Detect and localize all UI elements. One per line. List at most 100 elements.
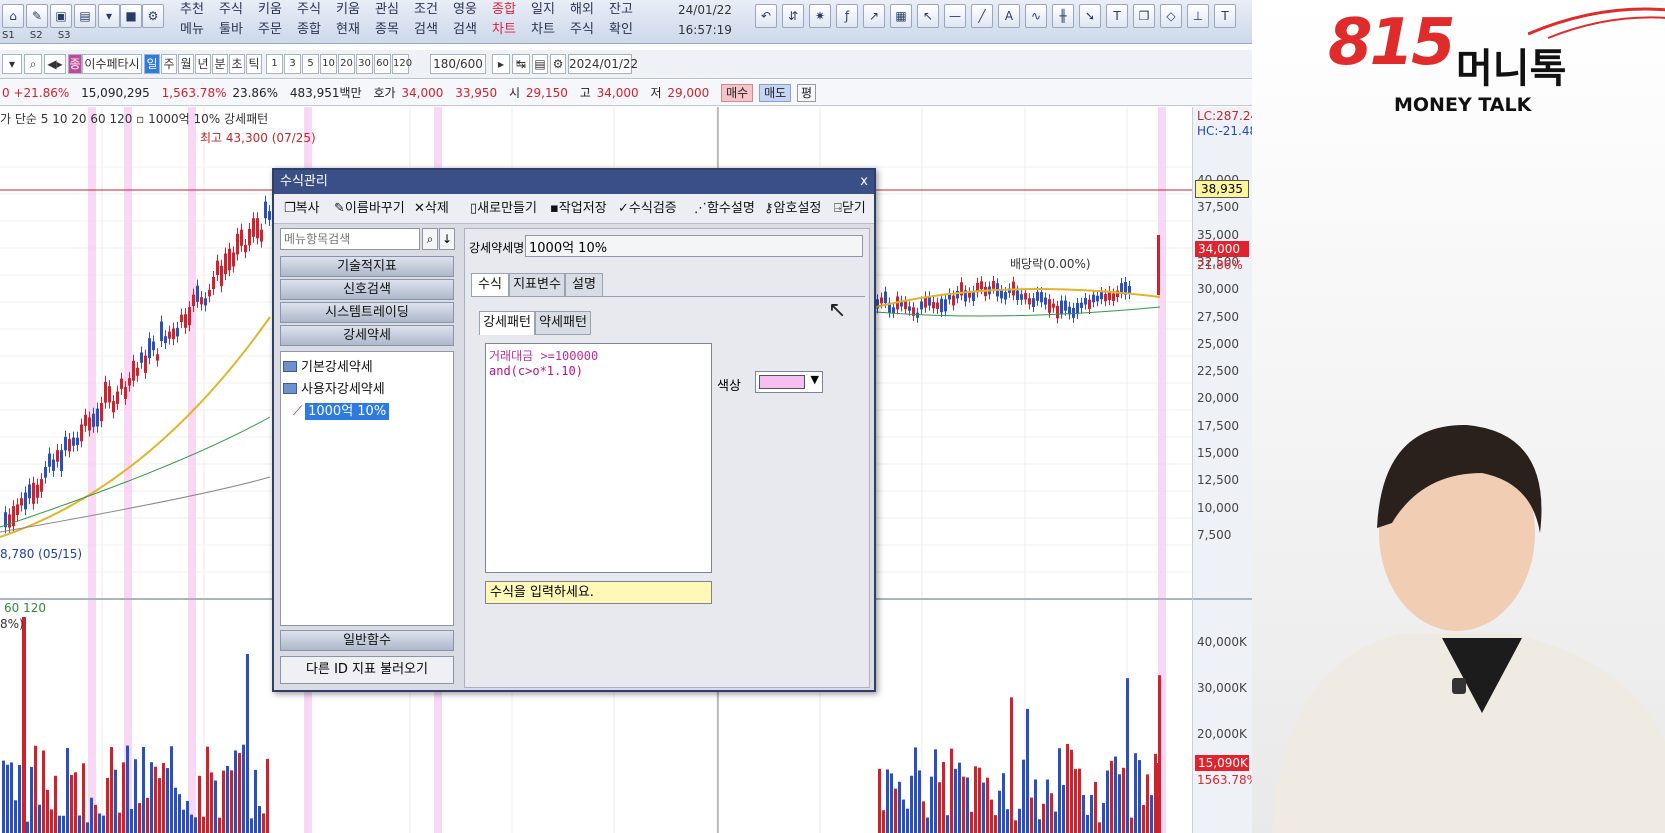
menu-item[interactable]: 추천 메뉴 [174, 0, 210, 44]
delete-button[interactable]: ✕삭제 [414, 194, 449, 224]
speaker-icon[interactable]: ◀▸ [44, 54, 66, 74]
menu-item[interactable]: 종합 차트 [486, 0, 522, 44]
eraser-icon[interactable]: ◇ [1160, 4, 1182, 28]
wave-icon[interactable]: ∿ [1025, 4, 1047, 28]
sub-tab[interactable]: S1 [2, 30, 15, 41]
menu-item[interactable]: 잔고 확인 [603, 0, 639, 44]
category-system-trading[interactable]: 시스템트레이딩 [280, 302, 454, 323]
interval-button[interactable]: 10 [320, 54, 337, 74]
lock-icon[interactable]: ▣ [50, 4, 72, 28]
period-button[interactable]: 일 [144, 54, 160, 74]
screen-icon[interactable]: ▤ [74, 4, 96, 28]
password-button[interactable]: ⚷암호설정 [764, 194, 821, 224]
sub-tab[interactable]: S2 [30, 30, 43, 41]
arrow-icon[interactable]: ➘ [1079, 4, 1101, 28]
period-button[interactable]: 월 [178, 54, 194, 74]
copy-button[interactable]: ❐복사 [284, 194, 320, 224]
trend-icon[interactable]: ↗ [863, 4, 885, 28]
buy-button[interactable]: 매수 [721, 84, 754, 102]
eval-button[interactable]: 평 [796, 84, 817, 102]
sync-icon[interactable]: ⇵ [782, 4, 804, 28]
dropdown-button[interactable]: ▾ [2, 54, 22, 74]
name-input[interactable] [525, 235, 863, 257]
function-help-button[interactable]: ⋰함수설명 [694, 194, 755, 224]
period-button[interactable]: 초 [229, 54, 245, 74]
period-button[interactable]: 년 [195, 54, 211, 74]
date-box[interactable]: 2024/01/22 [568, 54, 638, 74]
verify-button[interactable]: ✓수식검증 [618, 194, 677, 224]
menu-item[interactable]: 주식 툴바 [213, 0, 249, 44]
interval-button[interactable]: 5 [302, 54, 319, 74]
period-button[interactable]: 주 [161, 54, 177, 74]
volume-bar [878, 768, 881, 833]
stop-icon[interactable]: ■ [120, 4, 142, 28]
category-general-functions[interactable]: 일반함수 [280, 630, 454, 651]
close-icon[interactable]: x [860, 170, 868, 194]
interval-button[interactable]: 1 [266, 54, 283, 74]
menu-item[interactable]: 키움 주문 [252, 0, 288, 44]
dropdown-icon[interactable]: ▾ [98, 4, 120, 28]
menu-item[interactable]: 주식 종합 [291, 0, 327, 44]
sub-tab[interactable]: S3 [58, 30, 71, 41]
function-icon[interactable]: ƒ [836, 4, 858, 28]
tab-description[interactable]: 설명 [565, 273, 603, 297]
color-picker[interactable]: ▼ [755, 371, 823, 393]
hline-icon[interactable]: — [944, 4, 966, 28]
search-icon[interactable]: ⌕ [24, 54, 42, 74]
interval-button[interactable]: 3 [284, 54, 301, 74]
pencil-icon[interactable]: ✎ [26, 4, 48, 28]
cursor-icon[interactable]: ↖ [917, 4, 939, 28]
period-button[interactable]: 분 [212, 54, 228, 74]
rename-button[interactable]: ✎이름바꾸기 [334, 194, 405, 224]
save-icon[interactable]: ▤ [532, 54, 548, 74]
load-other-id-button[interactable]: 다른 ID 지표 불러오기 [280, 656, 454, 684]
tree-node-basic[interactable]: 기본강세약세 [283, 356, 373, 375]
tree-node-selected[interactable]: ⟋ 1000억 10% [293, 400, 390, 420]
text-icon[interactable]: T [1106, 4, 1128, 28]
category-signal-search[interactable]: 신호검색 [280, 279, 454, 300]
tree-node-user[interactable]: 사용자강세약세 [283, 378, 385, 397]
menu-item[interactable]: 키움 현재 [330, 0, 366, 44]
home-icon[interactable]: ⌂ [2, 4, 24, 28]
formula-editor[interactable]: 거래대금 >=100000 and(c>o*1.10) [485, 343, 712, 573]
menu-item[interactable]: 일지 차트 [525, 0, 561, 44]
label-icon[interactable]: T [1214, 4, 1236, 28]
copy-icon[interactable]: ❐ [1133, 4, 1155, 28]
interval-button[interactable]: 60 [374, 54, 391, 74]
new-button[interactable]: ▯새로만들기 [470, 194, 537, 224]
undo-icon[interactable]: ↶ [755, 4, 777, 28]
sell-button[interactable]: 매도 [759, 84, 792, 102]
gear-icon[interactable]: ⚙ [550, 54, 566, 74]
candle-body [240, 229, 243, 246]
close-button[interactable]: ⍈닫기 [834, 194, 866, 224]
down-arrow-icon[interactable]: ↓ [439, 228, 455, 250]
auto-icon[interactable]: A [998, 4, 1020, 28]
tab-variables[interactable]: 지표변수 [509, 273, 565, 297]
grid-icon[interactable]: ▦ [890, 4, 912, 28]
search-icon[interactable]: ⌕ [422, 228, 438, 250]
save-button[interactable]: ▪작업저장 [550, 194, 607, 224]
play-icon[interactable]: ▸ [492, 54, 510, 74]
subtab-weak[interactable]: 약세패턴 [535, 311, 591, 335]
category-strength[interactable]: 강세약세 [280, 325, 454, 346]
candle-icon[interactable]: ╫ [1052, 4, 1074, 28]
period-button[interactable]: 틱 [246, 54, 262, 74]
expand-icon[interactable]: ↹ [512, 54, 530, 74]
stock-name[interactable]: 이수페타시 [82, 54, 142, 74]
line-icon[interactable]: ╱ [971, 4, 993, 28]
menu-search-input[interactable] [280, 228, 420, 250]
category-tech-indicator[interactable]: 기술적지표 [280, 256, 454, 277]
subtab-strong[interactable]: 강세패턴 [479, 311, 535, 335]
interval-button[interactable]: 20 [338, 54, 355, 74]
menu-item[interactable]: 관심 종목 [369, 0, 405, 44]
interval-button[interactable]: 30 [356, 54, 373, 74]
menu-item[interactable]: 영웅 검색 [447, 0, 483, 44]
menu-item[interactable]: 해외 주식 [564, 0, 600, 44]
menu-item[interactable]: 조건 검색 [408, 0, 444, 44]
count-box[interactable]: 180/600 [430, 54, 486, 74]
gear-icon[interactable]: ⚙ [142, 4, 164, 28]
ruler-icon[interactable]: ⊥ [1187, 4, 1209, 28]
interval-button[interactable]: 120 [392, 54, 412, 74]
tab-formula[interactable]: 수식 [471, 273, 509, 297]
settings-icon[interactable]: ✷ [809, 4, 831, 28]
